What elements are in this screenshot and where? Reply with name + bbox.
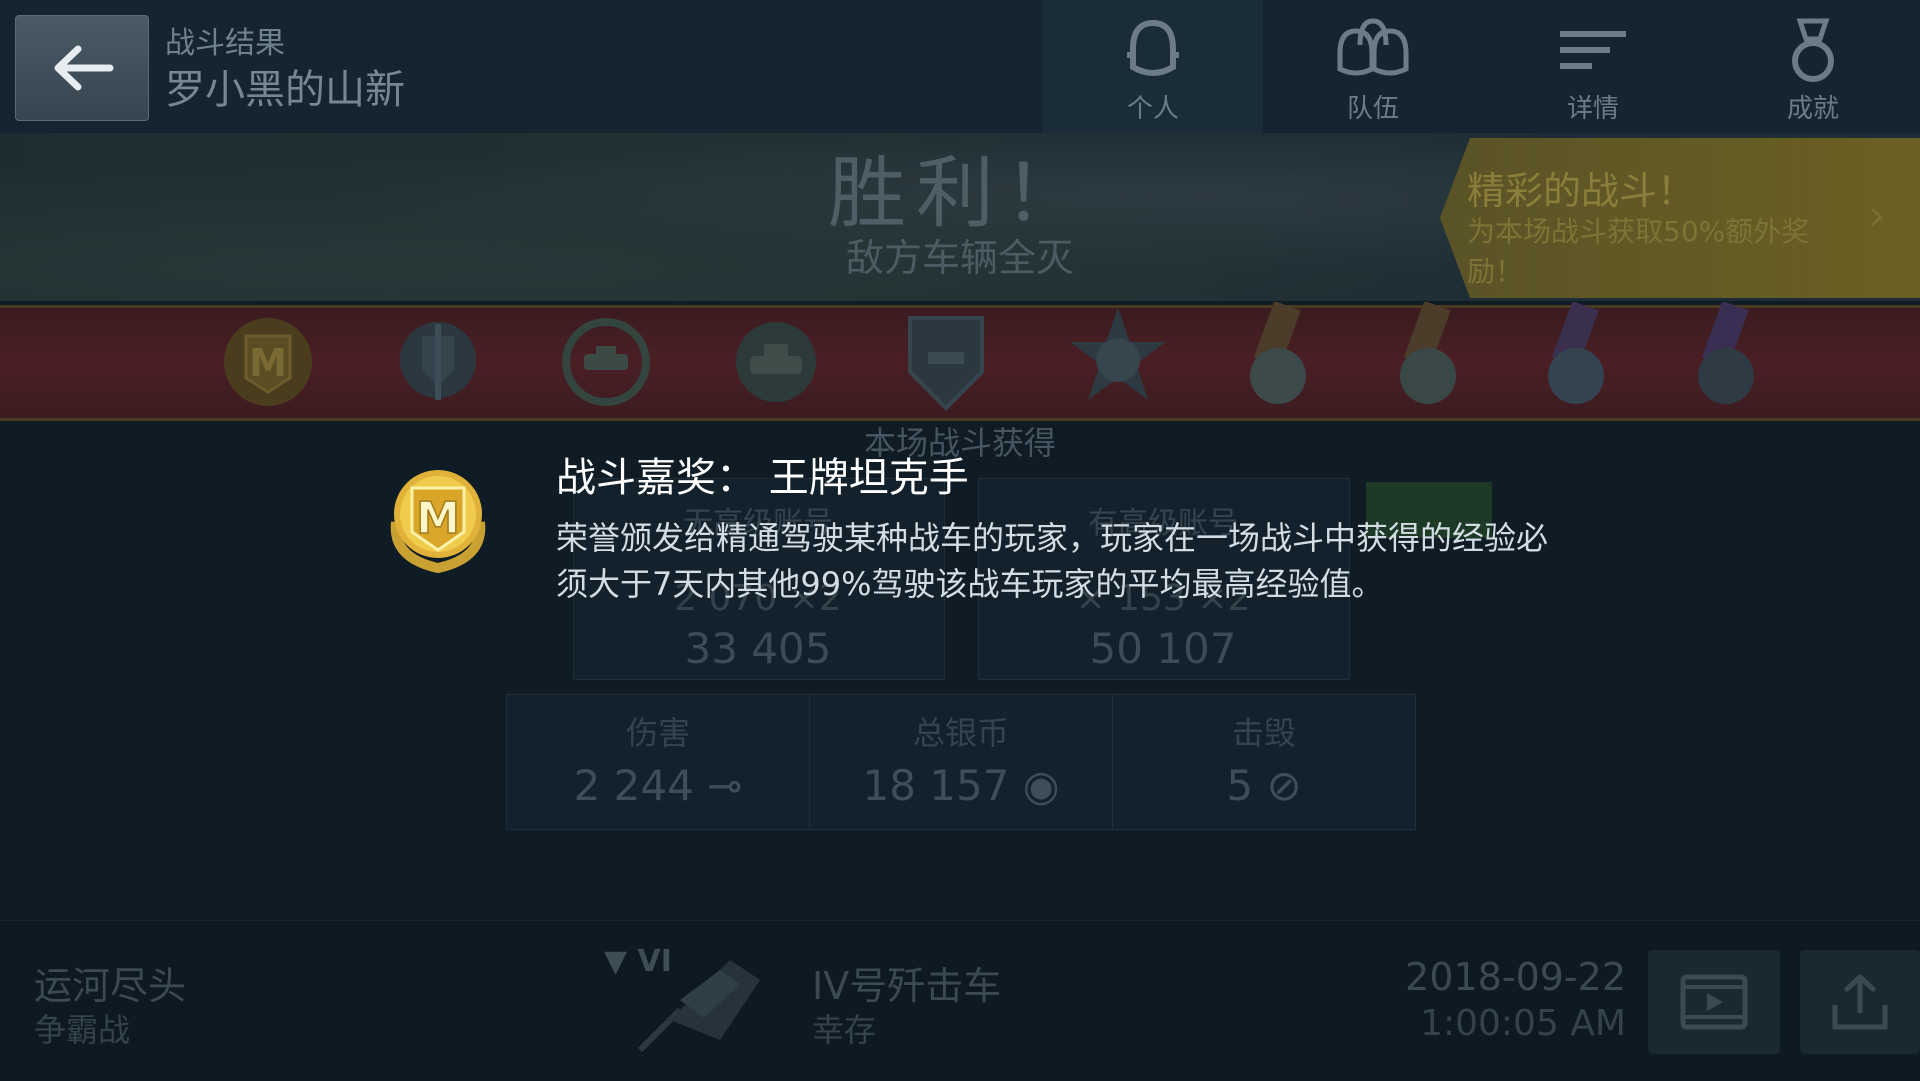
tank-status: 幸存 [812, 1011, 877, 1049]
tab-bar: 个人 队伍 详情 成就 [1043, 0, 1920, 133]
silver-coins-icon: ◉ [1022, 761, 1060, 810]
stats-panel: 伤害 2 244 ⊸ 总银币 18 157 ◉ 击毁 5 ⊘ [506, 694, 1416, 830]
stat-value: 18 157 [862, 761, 1010, 810]
top-bar: 战斗结果 罗小黑的山新 个人 队伍 详情 成就 [0, 0, 1920, 134]
tab-label: 详情 [1566, 94, 1619, 124]
stat-total-silver: 总银币 18 157 ◉ [810, 695, 1113, 829]
replay-button[interactable] [1648, 950, 1780, 1054]
mastery-badge-medal[interactable]: M [218, 302, 318, 418]
replay-film-icon [1680, 974, 1748, 1030]
details-list-icon [1560, 31, 1626, 69]
award-title: 战斗嘉奖： 王牌坦克手 [556, 455, 969, 501]
ribbon-medal-1-icon [1250, 300, 1306, 404]
battle-time: 1:00:05 AM [1420, 1003, 1626, 1044]
chevron-right-icon: › [1868, 190, 1886, 241]
premium-silver: 50 107 [1089, 624, 1237, 673]
tab-achievements[interactable]: 成就 [1703, 0, 1920, 133]
title-block: 战斗结果 罗小黑的山新 [165, 26, 405, 116]
ribbon-medal-1[interactable] [1228, 300, 1328, 418]
mastery-badge-icon: M [224, 318, 312, 406]
shield-tank-medal[interactable] [896, 302, 996, 418]
stat-label: 伤害 [625, 714, 690, 752]
battle-date: 2018-09-22 [1405, 955, 1626, 999]
tab-details[interactable]: 详情 [1483, 0, 1703, 133]
map-name: 运河尽头 [34, 964, 187, 1008]
hero-star-medal[interactable] [1060, 302, 1176, 418]
team-helmets-icon [1337, 18, 1409, 76]
stat-label: 总银币 [912, 714, 1009, 752]
stat-damage: 伤害 2 244 ⊸ [507, 695, 810, 829]
promo-title: 精彩的战斗！ [1467, 169, 1696, 213]
stat-value: 5 [1226, 761, 1254, 810]
stat-destroyed: 击毁 5 ⊘ [1113, 695, 1415, 829]
tank-name: IV号歼击车 [812, 964, 1002, 1008]
ribbon-medal-3[interactable] [1526, 300, 1626, 418]
tab-label: 队伍 [1346, 94, 1399, 124]
tank-wreath-icon [562, 318, 650, 406]
ribbon-medal-4-icon [1698, 300, 1754, 404]
hero-star-icon [1070, 308, 1166, 400]
stat-label: 击毁 [1231, 714, 1296, 752]
achievement-medal-icon [1792, 18, 1834, 82]
ace-tanker-mastery-badge-icon: M [390, 470, 486, 574]
ribbon-medal-4[interactable] [1676, 300, 1776, 418]
svg-text:M: M [249, 341, 287, 385]
share-button[interactable] [1800, 950, 1920, 1054]
arrow-left-icon [54, 45, 114, 91]
battle-mode: 争霸战 [34, 1011, 131, 1049]
tank-tier: ▼ VI [604, 944, 672, 979]
page-subtitle: 战斗结果 [165, 26, 285, 61]
award-description: 荣誉颁发给精通驾驶某种战车的玩家，玩家在一场战斗中获得的经验必须大于7天内其他9… [556, 519, 1549, 603]
destroyed-tank-icon: ⊘ [1266, 761, 1302, 810]
tank-emblem-icon [736, 322, 816, 402]
page-title: 罗小黑的山新 [165, 67, 405, 113]
stat-value: 2 244 [573, 761, 694, 810]
back-button[interactable] [15, 15, 149, 121]
tab-label: 个人 [1126, 94, 1179, 124]
svg-text:M: M [416, 493, 460, 544]
tab-personal[interactable]: 个人 [1043, 0, 1263, 133]
share-upload-icon [1832, 974, 1888, 1030]
promo-description: 为本场战斗获取50%额外奖励！ [1467, 215, 1810, 288]
ribbon-medal-2-icon [1400, 300, 1456, 404]
tank-wreath-medal[interactable] [556, 302, 656, 418]
shield-tank-icon [908, 316, 984, 411]
sword-shield-icon [400, 322, 476, 400]
tab-team[interactable]: 队伍 [1263, 0, 1483, 133]
single-helmet-icon [1127, 19, 1179, 76]
ribbon-medal-3-icon [1548, 300, 1604, 404]
ace-tanker-badge: M [382, 462, 494, 574]
sword-shield-medal[interactable] [388, 302, 488, 418]
standard-silver: 33 405 [684, 624, 832, 673]
tab-label: 成就 [1786, 94, 1839, 124]
damage-shell-icon: ⊸ [707, 761, 743, 810]
tank-emblem-medal[interactable] [726, 302, 826, 418]
ribbon-medal-2[interactable] [1378, 300, 1478, 418]
